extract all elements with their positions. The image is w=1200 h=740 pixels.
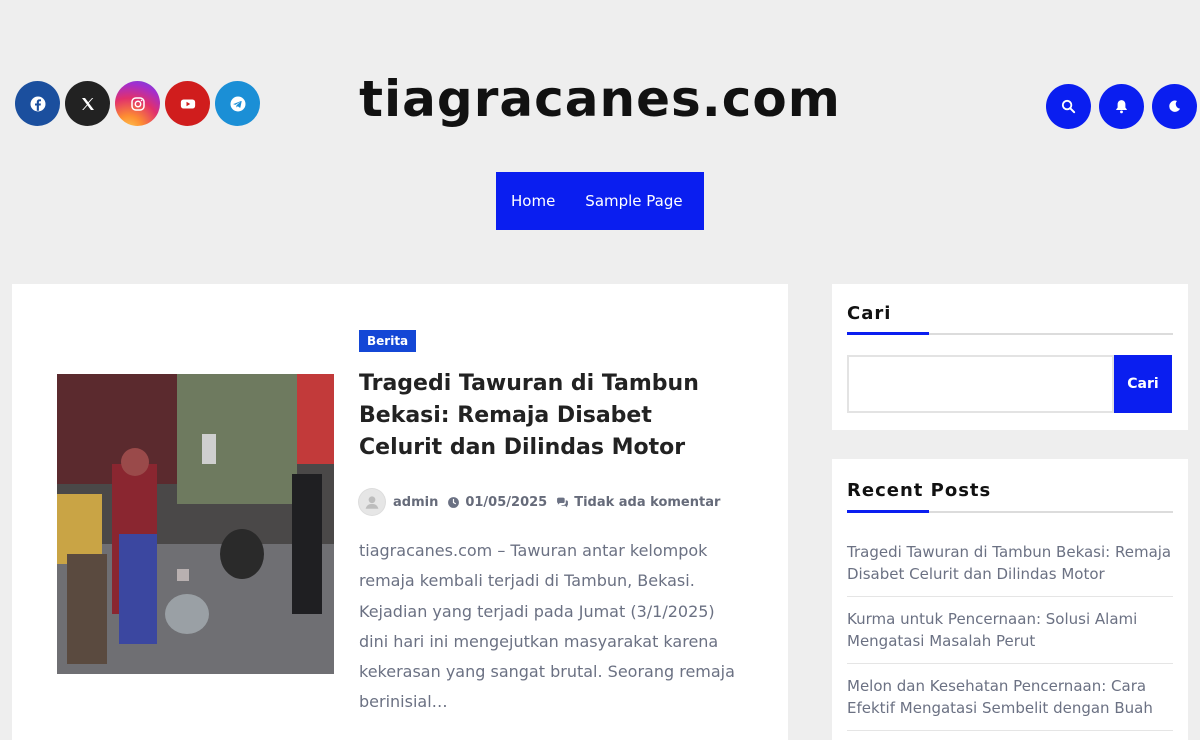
search-button[interactable]: Cari bbox=[1114, 355, 1172, 413]
comments-icon bbox=[557, 497, 569, 507]
nav-home[interactable]: Home bbox=[511, 192, 555, 210]
post-comments[interactable]: Tidak ada komentar bbox=[574, 495, 720, 510]
widget-divider-accent bbox=[847, 332, 929, 335]
recent-posts-widget: Recent Posts Tragedi Tawuran di Tambun B… bbox=[832, 459, 1188, 740]
widget-divider bbox=[847, 332, 1173, 335]
header-actions bbox=[1046, 84, 1197, 129]
post-comments-item: Tidak ada komentar bbox=[556, 495, 720, 510]
search-widget: Cari Cari bbox=[832, 284, 1188, 430]
post-thumbnail[interactable] bbox=[57, 374, 334, 674]
bell-icon[interactable] bbox=[1099, 84, 1144, 129]
recent-posts-list: Tragedi Tawuran di Tambun Bekasi: Remaja… bbox=[847, 531, 1173, 731]
recent-posts-title: Recent Posts bbox=[847, 480, 992, 501]
search-widget-title: Cari bbox=[847, 303, 892, 324]
recent-post-item[interactable]: Kurma untuk Pencernaan: Solusi Alami Men… bbox=[847, 597, 1173, 664]
post-date-item: 01/05/2025 bbox=[447, 495, 547, 510]
widget-divider-accent bbox=[847, 510, 929, 513]
clock-icon bbox=[448, 496, 460, 508]
search-icon[interactable] bbox=[1046, 84, 1091, 129]
post-meta: admin 01/05/2025 Tidak ada komentar bbox=[359, 489, 729, 515]
post-card: Berita Tragedi Tawuran di Tambun Bekasi:… bbox=[12, 284, 788, 740]
site-logo[interactable]: tiagracanes.com bbox=[0, 70, 1200, 128]
post-author[interactable]: admin bbox=[393, 495, 438, 510]
main-nav: Home Sample Page bbox=[496, 172, 704, 230]
post-excerpt: tiagracanes.com – Tawuran antar kelompok… bbox=[359, 541, 735, 712]
widget-divider bbox=[847, 510, 1173, 513]
category-badge[interactable]: Berita bbox=[359, 330, 417, 352]
recent-post-item[interactable]: Melon dan Kesehatan Pencernaan: Cara Efe… bbox=[847, 664, 1173, 731]
nav-sample-page[interactable]: Sample Page bbox=[585, 192, 682, 210]
post-title[interactable]: Tragedi Tawuran di Tambun Bekasi: Remaja… bbox=[359, 368, 739, 464]
search-input[interactable] bbox=[847, 355, 1114, 413]
recent-post-item[interactable]: Tragedi Tawuran di Tambun Bekasi: Remaja… bbox=[847, 531, 1173, 597]
post-date[interactable]: 01/05/2025 bbox=[465, 495, 547, 510]
moon-icon[interactable] bbox=[1152, 84, 1197, 129]
avatar[interactable] bbox=[359, 489, 385, 515]
